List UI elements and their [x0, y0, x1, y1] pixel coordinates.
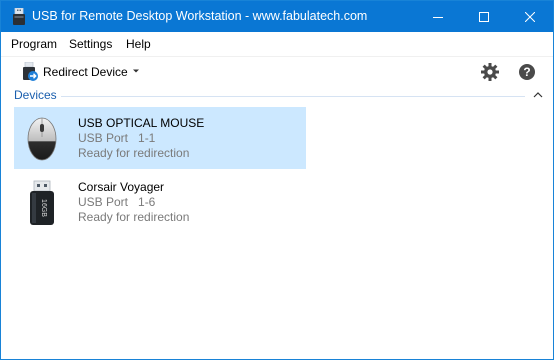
- help-icon[interactable]: ?: [516, 61, 538, 83]
- device-item-corsair-voyager[interactable]: 16GB Corsair Voyager USB Port 1-6 Ready f…: [14, 171, 306, 233]
- device-port: USB Port 1-1: [78, 131, 155, 145]
- menu-settings[interactable]: Settings: [69, 37, 112, 51]
- device-port-label: USB Port: [78, 195, 129, 209]
- chevron-down-icon[interactable]: [132, 67, 140, 75]
- window-title: USB for Remote Desktop Workstation - www…: [32, 9, 368, 23]
- maximize-icon: [479, 11, 489, 22]
- device-name: USB OPTICAL MOUSE: [78, 116, 205, 130]
- device-item-usb-optical-mouse[interactable]: USB OPTICAL MOUSE USB Port 1-1 Ready for …: [14, 107, 306, 169]
- close-icon: [525, 11, 535, 22]
- gear-icon[interactable]: [479, 61, 501, 83]
- device-port-label: USB Port: [78, 131, 129, 145]
- menu-program[interactable]: Program: [11, 37, 57, 51]
- device-port: USB Port 1-6: [78, 195, 155, 209]
- usb-app-icon: [13, 8, 25, 25]
- redirect-device-button[interactable]: Redirect Device: [20, 60, 145, 84]
- drive-capacity-label: 16GB: [40, 199, 47, 217]
- redirect-device-label: Redirect Device: [43, 65, 128, 79]
- device-port-number: 1-6: [138, 195, 156, 209]
- app-window: USB for Remote Desktop Workstation - www…: [0, 0, 554, 360]
- menu-bar: Program Settings Help: [1, 32, 553, 57]
- minimize-icon: [433, 16, 443, 18]
- chevron-up-icon[interactable]: [533, 91, 543, 99]
- devices-section-label: Devices: [14, 88, 57, 102]
- menu-help[interactable]: Help: [126, 37, 151, 51]
- toolbar: Redirect Device ?: [1, 57, 553, 87]
- minimize-button[interactable]: [415, 1, 461, 32]
- device-status: Ready for redirection: [78, 210, 190, 224]
- device-name: Corsair Voyager: [78, 180, 165, 194]
- devices-divider: [61, 96, 525, 97]
- mouse-icon: [27, 117, 57, 161]
- devices-group-header: Devices: [1, 88, 553, 104]
- usb-drive-icon: 16GB: [30, 180, 54, 225]
- redirect-device-icon: [23, 62, 38, 81]
- device-status: Ready for redirection: [78, 146, 190, 160]
- title-bar[interactable]: USB for Remote Desktop Workstation - www…: [1, 1, 553, 32]
- device-port-number: 1-1: [138, 131, 156, 145]
- maximize-button[interactable]: [461, 1, 507, 32]
- svg-text:?: ?: [523, 65, 530, 79]
- close-button[interactable]: [507, 1, 553, 32]
